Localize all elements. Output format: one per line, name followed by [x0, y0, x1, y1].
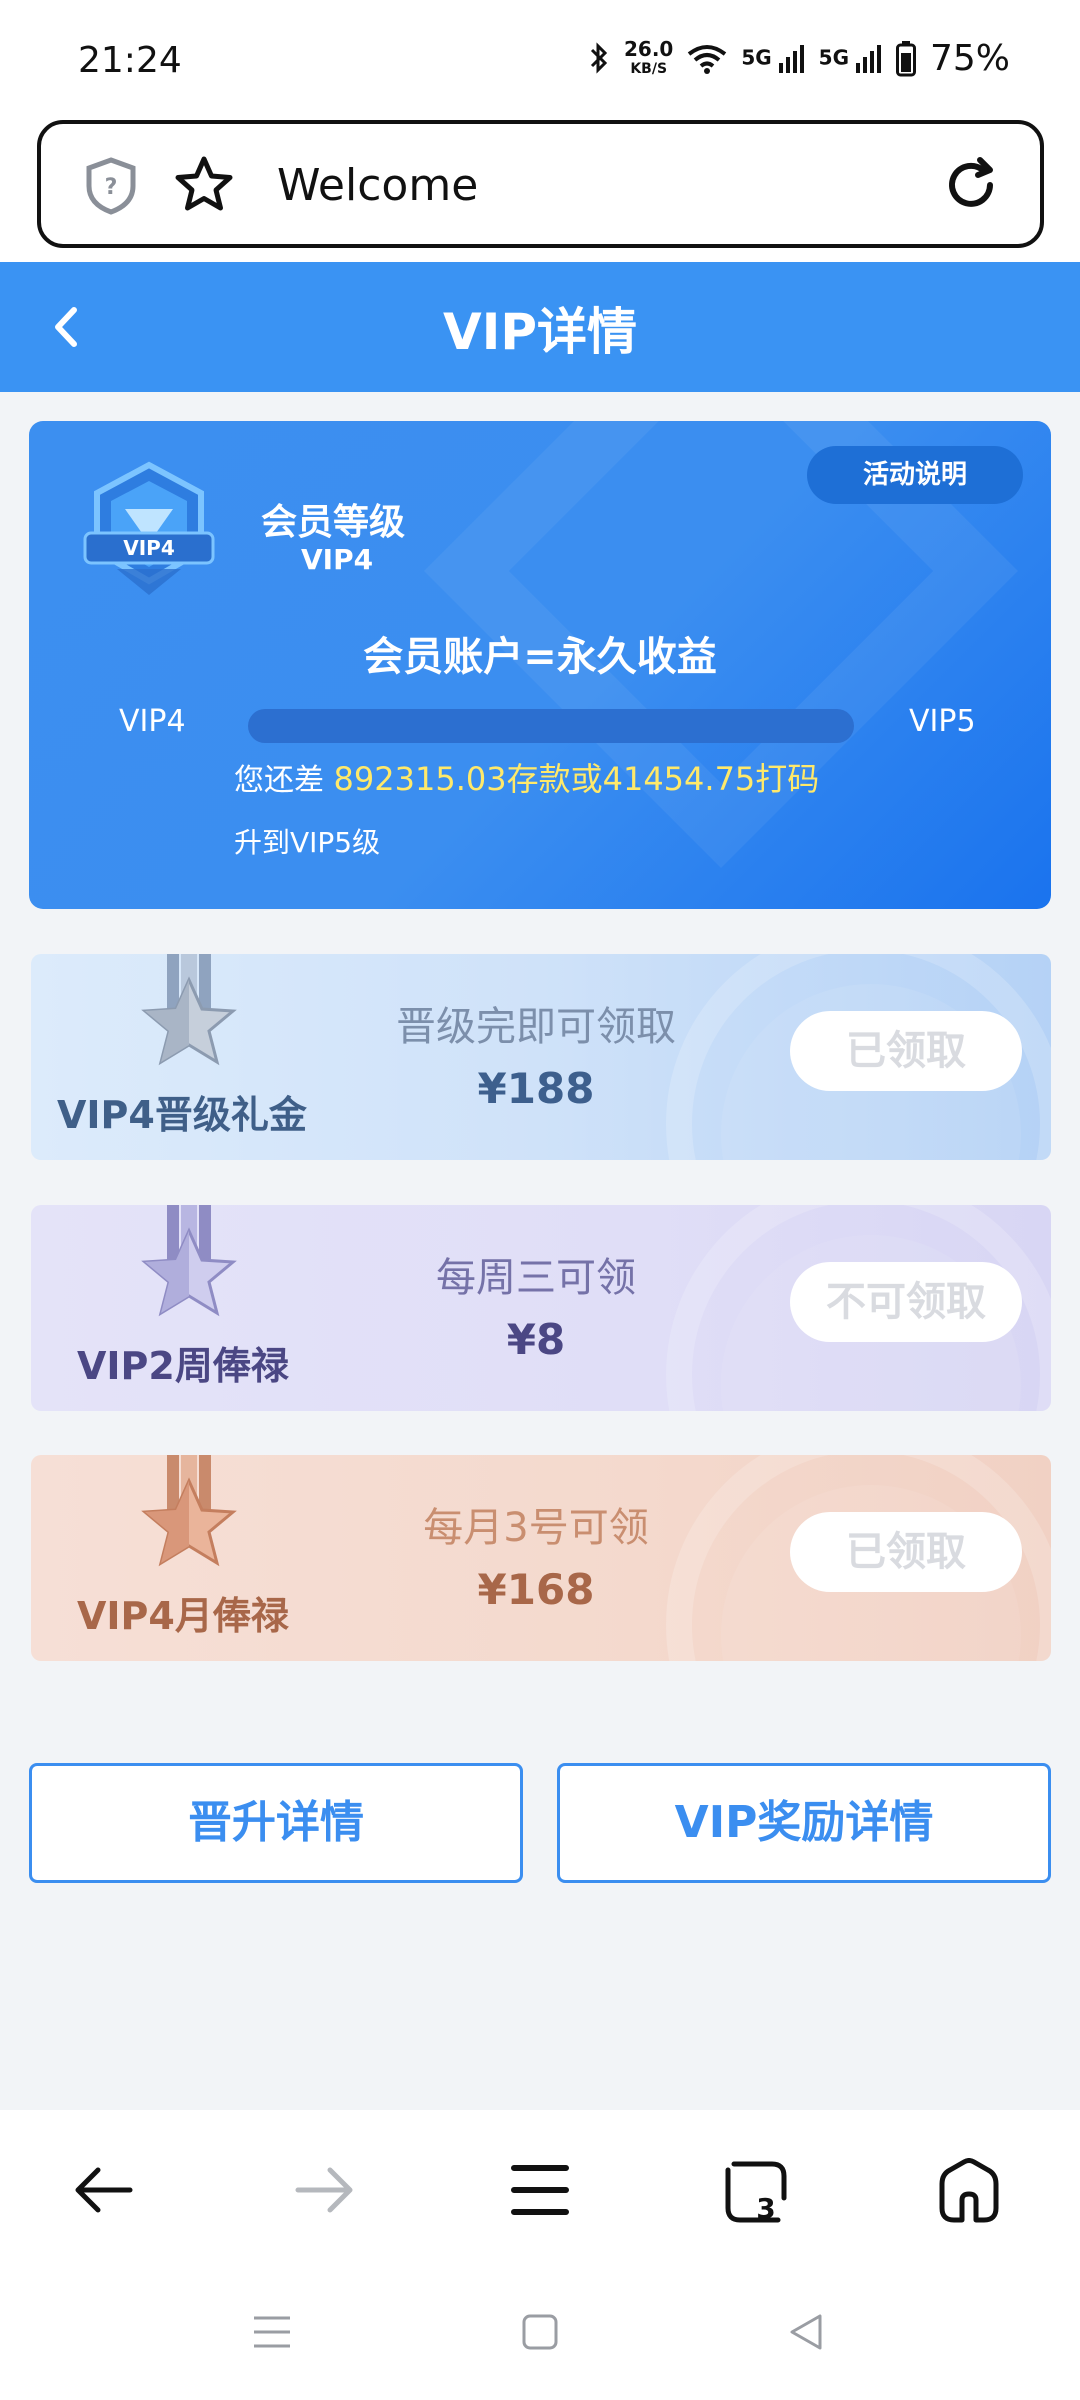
- status-time: 21:24: [78, 40, 182, 81]
- level-progress-bar: [248, 709, 854, 743]
- bluetooth-icon: [588, 41, 610, 77]
- status-bar: 21:24 26.0 KB/S 5G 5G 75%: [0, 0, 1080, 118]
- vip-level-card: VIP4 会员等级 VIP4 活动说明 会员账户=永久收益 VIP4 VIP5 …: [29, 421, 1051, 909]
- url-bar[interactable]: ? Welcome: [37, 120, 1044, 248]
- back-triangle-icon[interactable]: [784, 2310, 828, 2358]
- browser-toolbar: ? Welcome: [0, 118, 1080, 262]
- page-header: VIP详情: [0, 262, 1080, 392]
- shield-icon[interactable]: ?: [83, 156, 139, 220]
- home-icon[interactable]: [936, 2158, 1002, 2228]
- claim-button[interactable]: 不可领取: [790, 1262, 1022, 1342]
- url-text[interactable]: Welcome: [277, 160, 478, 211]
- status-icons: 26.0 KB/S 5G 5G 75%: [588, 38, 1010, 79]
- progress-to-level: VIP5: [909, 704, 976, 739]
- remaining-amount: 892315.03存款或41454.75打码: [333, 760, 820, 798]
- activity-info-button[interactable]: 活动说明: [807, 446, 1023, 504]
- reload-icon[interactable]: [940, 154, 1002, 220]
- reward-card-monthly: VIP4月俸禄 每月3号可领 ¥168 已领取: [31, 1455, 1051, 1661]
- battery-icon: [895, 40, 916, 77]
- signal-icon-2: 5G: [819, 44, 882, 73]
- menu-icon[interactable]: [510, 2158, 570, 2226]
- promotion-details-button[interactable]: 晋升详情: [29, 1763, 523, 1883]
- recent-apps-icon[interactable]: [250, 2310, 294, 2358]
- vip-badge-icon: VIP4: [79, 457, 219, 611]
- back-icon[interactable]: [72, 2158, 136, 2226]
- level-value: VIP4: [301, 543, 374, 576]
- progress-from-level: VIP4: [119, 704, 186, 739]
- slogan: 会员账户=永久收益: [363, 634, 717, 680]
- svg-text:VIP4: VIP4: [123, 536, 175, 560]
- net-speed: 26.0 KB/S: [624, 36, 674, 77]
- wifi-icon: [687, 44, 727, 74]
- forward-icon[interactable]: [292, 2158, 356, 2226]
- signal-icon-1: 5G: [741, 44, 804, 73]
- svg-text:?: ?: [105, 175, 118, 200]
- tabs-icon[interactable]: 3: [722, 2158, 790, 2230]
- reward-card-promotion: VIP4晋级礼金 晋级完即可领取 ¥188 已领取: [31, 954, 1051, 1160]
- claim-button[interactable]: 已领取: [790, 1011, 1022, 1091]
- claim-button[interactable]: 已领取: [790, 1512, 1022, 1592]
- battery-percent: 75%: [929, 38, 1010, 79]
- remaining-requirement: 您还差 892315.03存款或41454.75打码: [234, 760, 820, 798]
- home-button-icon[interactable]: [518, 2310, 562, 2358]
- system-nav-bar: [0, 2278, 1080, 2400]
- page-title: VIP详情: [443, 303, 637, 361]
- svg-text:3: 3: [756, 2192, 775, 2225]
- level-label: 会员等级: [261, 502, 406, 543]
- browser-bottom-bar: 3: [0, 2110, 1080, 2278]
- star-icon[interactable]: [173, 154, 235, 220]
- upgrade-target: 升到VIP5级: [234, 826, 381, 859]
- vip-reward-details-button[interactable]: VIP奖励详情: [557, 1763, 1051, 1883]
- reward-card-weekly: VIP2周俸禄 每周三可领 ¥8 不可领取: [31, 1205, 1051, 1411]
